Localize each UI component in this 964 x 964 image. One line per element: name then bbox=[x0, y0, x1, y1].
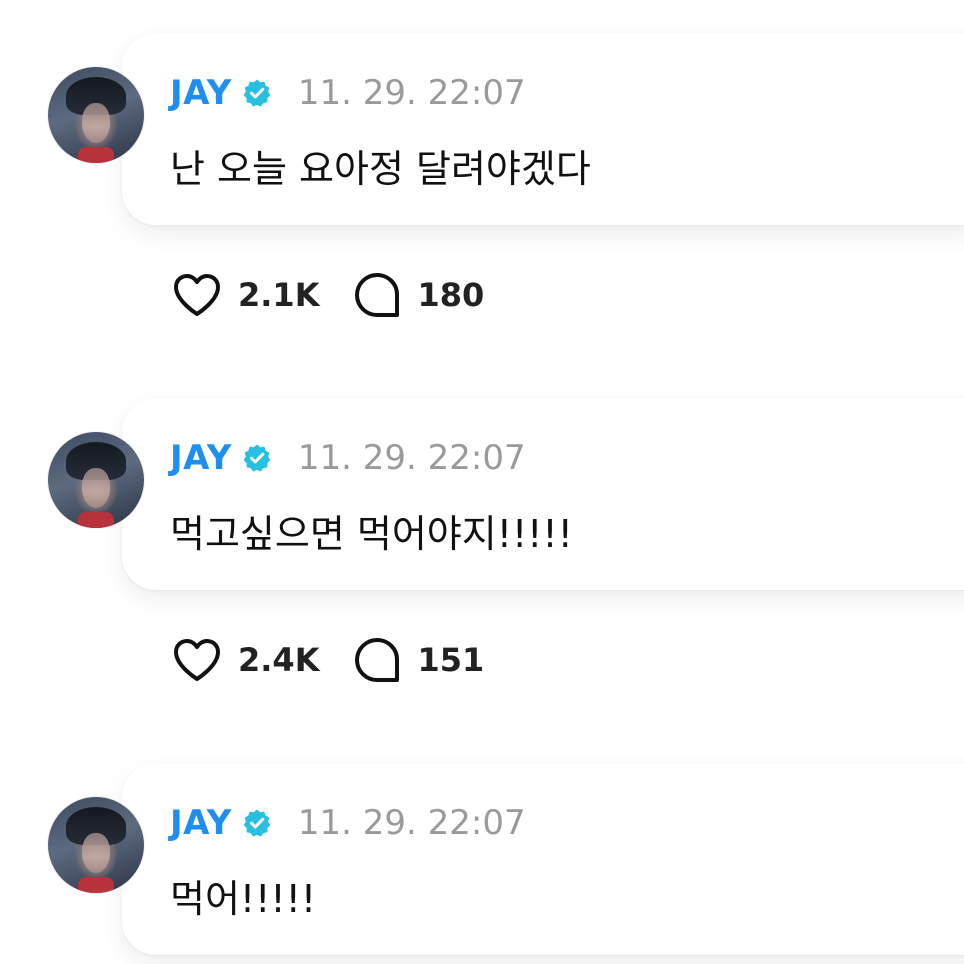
post-timestamp: 11. 29. 22:07 bbox=[297, 438, 526, 478]
post-header: JAY 11. 29. 22:07 bbox=[170, 73, 526, 113]
like-button[interactable]: 2.4K bbox=[172, 637, 319, 683]
post-header: JAY 11. 29. 22:07 bbox=[170, 803, 526, 843]
avatar-face bbox=[82, 103, 110, 143]
comment-count: 151 bbox=[417, 641, 485, 679]
post-text: 난 오늘 요아정 달려야겠다 bbox=[170, 147, 591, 191]
post-text: 먹고싶으면 먹어야지!!!!! bbox=[170, 512, 573, 556]
author-name[interactable]: JAY bbox=[170, 803, 232, 843]
post-bubble[interactable]: JAY 11. 29. 22:07 먹어!!!!! bbox=[122, 763, 964, 955]
post-text: 먹어!!!!! bbox=[170, 877, 317, 921]
avatar-shirt bbox=[78, 512, 114, 528]
like-count: 2.1K bbox=[238, 276, 320, 314]
author-name[interactable]: JAY bbox=[170, 438, 232, 478]
post-timestamp: 11. 29. 22:07 bbox=[297, 73, 526, 113]
speech-bubble-outline-icon bbox=[353, 636, 401, 684]
avatar-face bbox=[82, 833, 110, 873]
heart-outline-icon bbox=[172, 637, 222, 683]
author-name[interactable]: JAY bbox=[170, 73, 232, 113]
verified-badge-icon bbox=[242, 443, 272, 473]
like-button[interactable]: 2.1K bbox=[172, 272, 319, 318]
avatar-face bbox=[82, 468, 110, 508]
comment-button[interactable]: 151 bbox=[353, 636, 484, 684]
avatar-shirt bbox=[78, 877, 114, 893]
post-actions: 2.4K 151 bbox=[172, 635, 484, 685]
post-actions: 2.1K 180 bbox=[172, 270, 484, 320]
speech-bubble-outline-icon bbox=[353, 271, 401, 319]
comment-button[interactable]: 180 bbox=[353, 271, 484, 319]
post-bubble[interactable]: JAY 11. 29. 22:07 난 오늘 요아정 달려야겠다 bbox=[122, 33, 964, 225]
avatar[interactable] bbox=[48, 432, 144, 528]
avatar[interactable] bbox=[48, 67, 144, 163]
verified-badge-icon bbox=[242, 808, 272, 838]
post-feed: JAY 11. 29. 22:07 난 오늘 요아정 달려야겠다 2.1K 18… bbox=[0, 0, 964, 964]
post-timestamp: 11. 29. 22:07 bbox=[297, 803, 526, 843]
verified-badge-icon bbox=[242, 78, 272, 108]
post-bubble[interactable]: JAY 11. 29. 22:07 먹고싶으면 먹어야지!!!!! bbox=[122, 398, 964, 590]
avatar-shirt bbox=[78, 147, 114, 163]
avatar[interactable] bbox=[48, 797, 144, 893]
like-count: 2.4K bbox=[238, 641, 320, 679]
comment-count: 180 bbox=[417, 276, 485, 314]
post-header: JAY 11. 29. 22:07 bbox=[170, 438, 526, 478]
heart-outline-icon bbox=[172, 272, 222, 318]
